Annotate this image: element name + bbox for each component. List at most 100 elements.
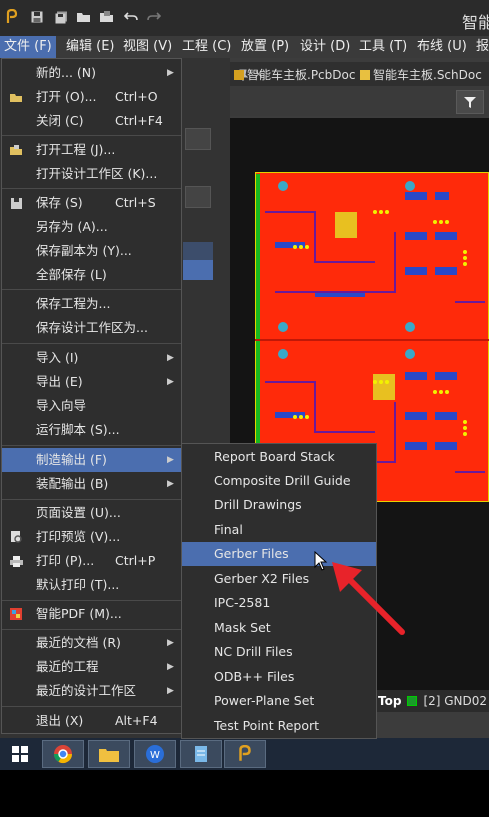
file-menu-save-label: 保存 (S) [36, 195, 83, 210]
file-menu-default-print[interactable]: 默认打印 (T)... [2, 573, 181, 597]
submenu-arrow-icon: ▶ [167, 686, 174, 696]
submenu-arrow-icon: ▶ [167, 662, 174, 672]
menu-route[interactable]: 布线 (U) [413, 36, 471, 58]
submenu-item-label: Gerber Files [214, 546, 289, 561]
tab-pcb-doc[interactable]: 智能车主板.PcbDoc [234, 65, 355, 85]
file-menu-recent-projects[interactable]: 最近的工程 ▶ [2, 655, 181, 679]
filter-icon [464, 96, 476, 108]
file-menu-page-setup[interactable]: 页面设置 (U)... [2, 501, 181, 525]
file-menu-import[interactable]: 导入 (I) ▶ [2, 346, 181, 370]
file-menu-open-label: 打开 (O)... [36, 89, 97, 104]
panel-tree-item-selected[interactable] [183, 260, 213, 280]
layer-tab-gnd02[interactable]: [2] GND02 [423, 694, 487, 708]
menu-separator [2, 188, 181, 189]
file-menu-default-print-label: 默认打印 (T)... [36, 577, 120, 592]
chrome-icon[interactable] [42, 740, 84, 768]
file-menu-recent-documents-label: 最近的文档 (R) [36, 635, 121, 650]
menu-design[interactable]: 设计 (D) [296, 36, 354, 58]
file-menu-export[interactable]: 导出 (E) ▶ [2, 370, 181, 394]
menu-file[interactable]: 文件 (F) [0, 36, 56, 58]
file-menu-assembly-outputs[interactable]: 装配输出 (B) ▶ [2, 472, 181, 496]
submenu-arrow-icon: ▶ [167, 377, 174, 387]
file-menu-fabrication-outputs[interactable]: 制造输出 (F) ▶ [2, 448, 181, 472]
file-menu-print-preview-label: 打印预览 (V)... [36, 529, 121, 544]
submenu-arrow-icon: ▶ [167, 68, 174, 78]
file-menu-import-label: 导入 (I) [36, 350, 79, 365]
file-menu-recent-documents[interactable]: 最近的文档 (R) ▶ [2, 631, 181, 655]
submenu-final[interactable]: Final [182, 518, 376, 542]
file-menu-import-wizard[interactable]: 导入向导 [2, 394, 181, 418]
file-menu-exit-label: 退出 (X) [36, 713, 84, 728]
file-menu-save-copy-as[interactable]: 保存副本为 (Y)... [2, 239, 181, 263]
app-logo-icon[interactable] [4, 9, 20, 25]
menu-project[interactable]: 工程 (C) [178, 36, 235, 58]
tab-pcb-doc-label: 智能车主板.PcbDoc [247, 68, 356, 82]
mouse-cursor-icon [314, 551, 328, 571]
save-icon[interactable] [29, 9, 45, 25]
annotation-arrow-icon [332, 562, 405, 635]
file-menu-open-project[interactable]: 打开工程 (J)... [2, 138, 181, 162]
wps-icon[interactable]: W [134, 740, 176, 768]
file-menu-new-label: 新的... (N) [36, 65, 96, 80]
layer-tab-top[interactable]: Top [376, 694, 407, 708]
menu-separator [2, 706, 181, 707]
open-folder-icon[interactable] [76, 9, 92, 25]
save-all-icon[interactable] [53, 9, 69, 25]
redo-icon[interactable] [146, 9, 162, 25]
submenu-report-board-stack[interactable]: Report Board Stack [182, 445, 376, 469]
file-menu-save[interactable]: 保存 (S) Ctrl+S [2, 191, 181, 215]
submenu-item-label: Composite Drill Guide [214, 473, 351, 488]
menu-place[interactable]: 放置 (P) [237, 36, 293, 58]
file-menu-save-all[interactable]: 全部保存 (L) [2, 263, 181, 287]
open-project-icon[interactable] [99, 9, 115, 25]
panel-search-field[interactable] [185, 128, 211, 150]
file-menu-close-label: 关闭 (C) [36, 113, 84, 128]
menu-reports[interactable]: 报 [472, 36, 489, 58]
file-menu-print-preview[interactable]: 打印预览 (V)... [2, 525, 181, 549]
file-menu-save-workspace-as[interactable]: 保存设计工作区为... [2, 316, 181, 340]
submenu-item-label: Gerber X2 Files [214, 571, 310, 586]
file-menu-assembly-outputs-label: 装配输出 (B) [36, 476, 109, 491]
file-menu-exit[interactable]: 退出 (X) Alt+F4 [2, 709, 181, 733]
file-menu-print-shortcut: Ctrl+P [115, 553, 156, 568]
file-menu-smart-pdf-label: 智能PDF (M)... [36, 606, 122, 621]
file-menu-open[interactable]: 打开 (O)... Ctrl+O [2, 85, 181, 109]
panel-field[interactable] [185, 186, 211, 208]
file-menu-close[interactable]: 关闭 (C) Ctrl+F4 [2, 109, 181, 133]
submenu-item-label: Report Board Stack [214, 449, 335, 464]
altium-taskbar-icon[interactable] [224, 740, 266, 768]
file-menu-open-shortcut: Ctrl+O [115, 89, 158, 104]
notepad-icon[interactable] [180, 740, 222, 768]
folder-open-icon [9, 90, 23, 104]
file-menu-run-script-label: 运行脚本 (S)... [36, 422, 120, 437]
file-menu-smart-pdf[interactable]: 智能PDF (M)... [2, 602, 181, 626]
windows-start-icon[interactable] [0, 740, 40, 768]
submenu-test-point-report[interactable]: Test Point Report [182, 714, 376, 738]
file-explorer-icon[interactable] [88, 740, 130, 768]
file-menu-open-workspace[interactable]: 打开设计工作区 (K)... [2, 162, 181, 186]
tab-sch-doc[interactable]: 智能车主板.SchDoc [360, 65, 482, 85]
file-menu-new[interactable]: 新的... (N) ▶ [2, 61, 181, 85]
submenu-arrow-icon: ▶ [167, 353, 174, 363]
filter-button[interactable] [456, 90, 484, 114]
panel-tree-item[interactable] [183, 242, 213, 262]
menu-tools[interactable]: 工具 (T) [355, 36, 411, 58]
file-menu-recent-workspaces[interactable]: 最近的设计工作区 ▶ [2, 679, 181, 703]
sch-doc-icon [360, 70, 370, 80]
file-menu-print[interactable]: 打印 (P)... Ctrl+P [2, 549, 181, 573]
submenu-power-plane-set[interactable]: Power-Plane Set [182, 689, 376, 713]
submenu-item-label: Test Point Report [214, 718, 320, 733]
submenu-drill-drawings[interactable]: Drill Drawings [182, 493, 376, 517]
submenu-nc-drill-files[interactable]: NC Drill Files [182, 640, 376, 664]
undo-icon[interactable] [123, 9, 139, 25]
menu-separator [2, 499, 181, 500]
menu-view[interactable]: 视图 (V) [119, 36, 176, 58]
submenu-arrow-icon: ▶ [167, 455, 174, 465]
file-menu-save-project-as[interactable]: 保存工程为... [2, 292, 181, 316]
submenu-odb-files[interactable]: ODB++ Files [182, 665, 376, 689]
submenu-composite-drill-guide[interactable]: Composite Drill Guide [182, 469, 376, 493]
menu-edit[interactable]: 编辑 (E) [62, 36, 119, 58]
tab-sch-doc-label: 智能车主板.SchDoc [373, 68, 482, 82]
file-menu-save-as[interactable]: 另存为 (A)... [2, 215, 181, 239]
file-menu-run-script[interactable]: 运行脚本 (S)... [2, 418, 181, 442]
